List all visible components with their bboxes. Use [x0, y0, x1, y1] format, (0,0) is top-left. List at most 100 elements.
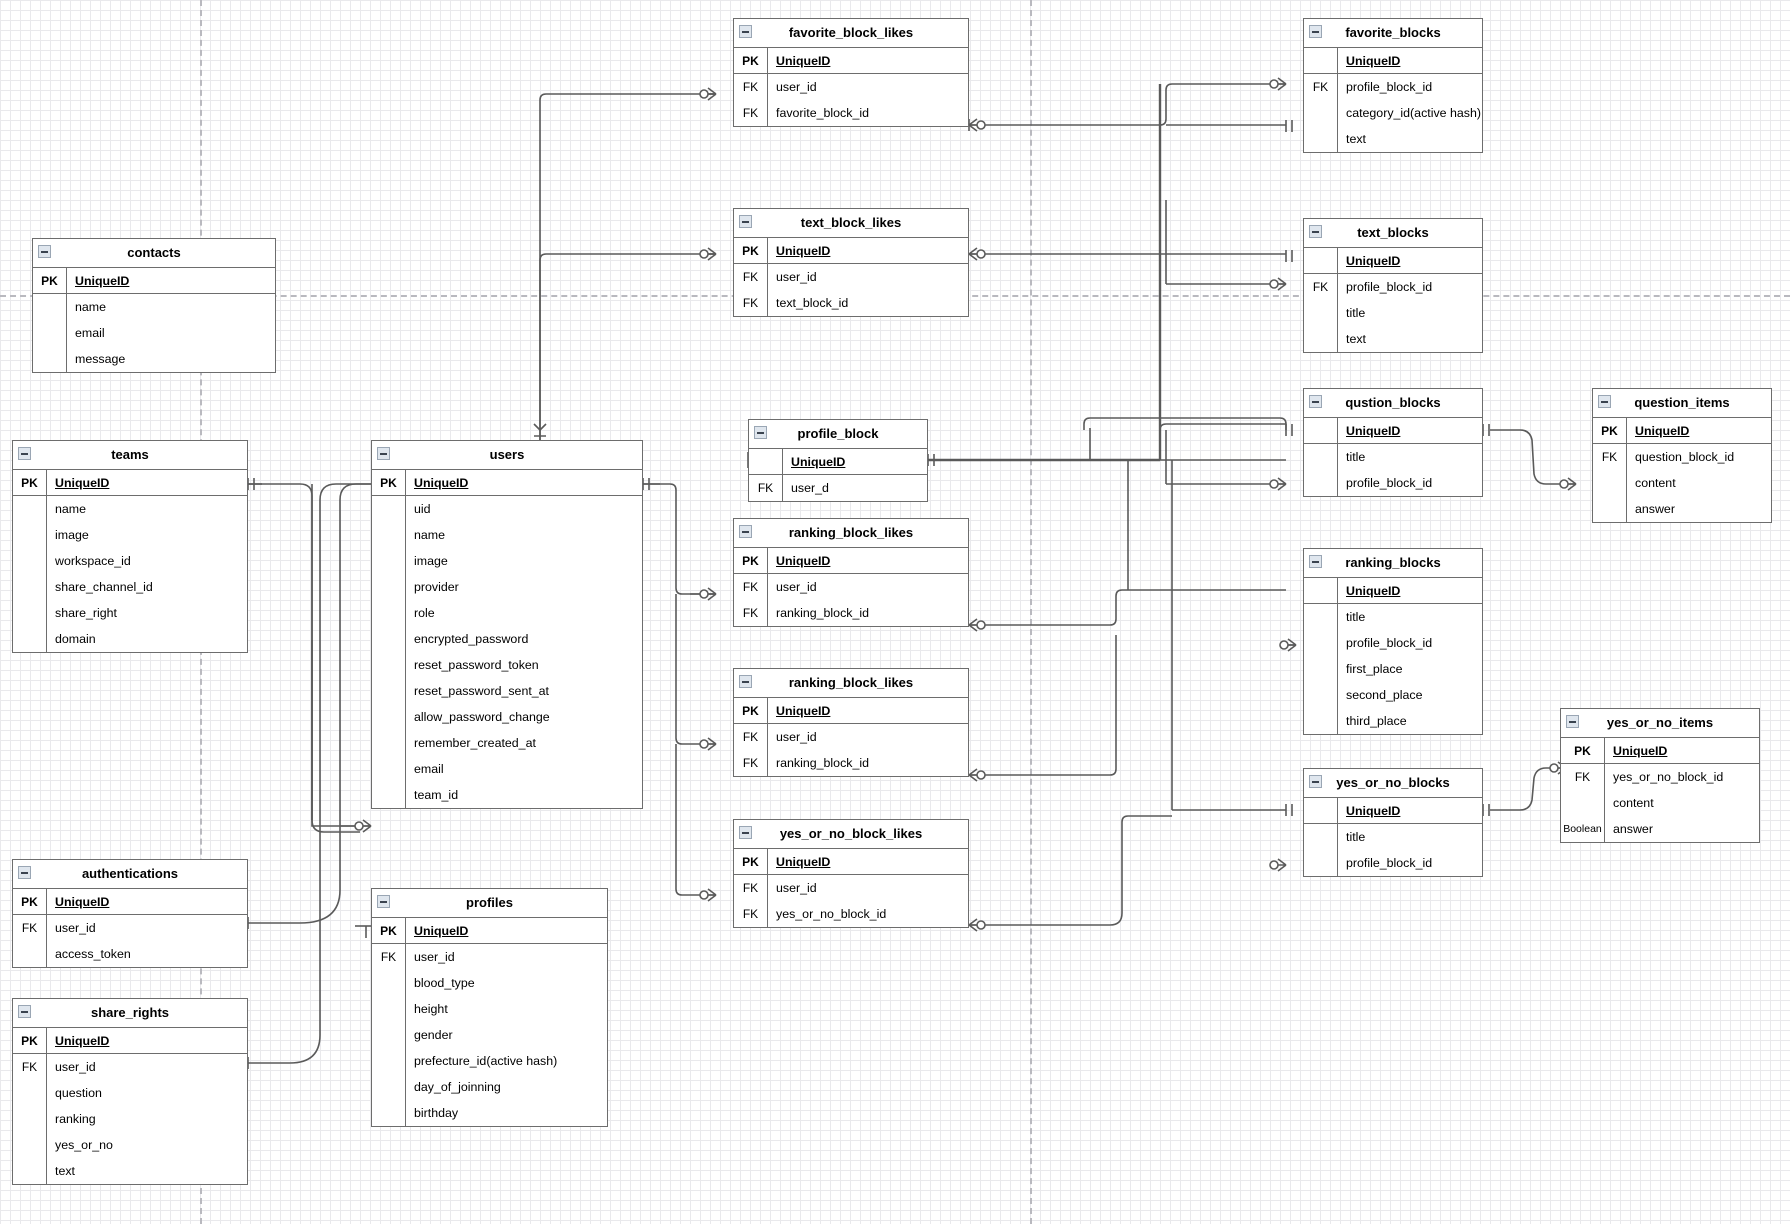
entity-field-row[interactable]: role	[372, 600, 642, 626]
entity-field-row[interactable]: PK UniqueID	[734, 548, 968, 574]
collapse-minus-icon[interactable]	[1598, 395, 1611, 408]
entity-field-row[interactable]: FK profile_block_id	[1304, 74, 1482, 100]
entity-table-header[interactable]: question_items	[1593, 389, 1771, 418]
entity-table-yes_or_no_block_likes[interactable]: yes_or_no_block_likes PK UniqueID FK user_id…	[733, 819, 969, 928]
entity-field-row[interactable]: FK yes_or_no_block_id	[1561, 764, 1759, 790]
entity-field-row[interactable]: image	[372, 548, 642, 574]
entity-field-row[interactable]: third_place	[1304, 708, 1482, 734]
collapse-minus-icon[interactable]	[38, 245, 51, 258]
entity-field-row[interactable]: PK UniqueID	[734, 698, 968, 724]
entity-field-row[interactable]: birthday	[372, 1100, 607, 1126]
entity-table-authentications[interactable]: authentications PK UniqueID FK user_id access…	[12, 859, 248, 968]
entity-field-row[interactable]: question	[13, 1080, 247, 1106]
entity-field-row[interactable]: PK UniqueID	[13, 470, 247, 496]
entity-field-row[interactable]: FK yes_or_no_block_id	[734, 901, 968, 927]
collapse-minus-icon[interactable]	[739, 215, 752, 228]
entity-field-row[interactable]: text	[1304, 126, 1482, 152]
entity-table-header[interactable]: profiles	[372, 889, 607, 918]
entity-field-row[interactable]: FK ranking_block_id	[734, 600, 968, 626]
entity-field-row[interactable]: UniqueID	[1304, 798, 1482, 824]
entity-field-row[interactable]: email	[33, 320, 275, 346]
entity-field-row[interactable]: FK user_id	[734, 724, 968, 750]
entity-field-row[interactable]: FK text_block_id	[734, 290, 968, 316]
entity-table-header[interactable]: text_block_likes	[734, 209, 968, 238]
entity-field-row[interactable]: FK user_id	[734, 74, 968, 100]
entity-field-row[interactable]: title	[1304, 300, 1482, 326]
entity-field-row[interactable]: FK question_block_id	[1593, 444, 1771, 470]
entity-field-row[interactable]: height	[372, 996, 607, 1022]
entity-table-header[interactable]: favorite_blocks	[1304, 19, 1482, 48]
entity-field-row[interactable]: PK UniqueID	[1593, 418, 1771, 444]
entity-table-header[interactable]: contacts	[33, 239, 275, 268]
collapse-minus-icon[interactable]	[377, 447, 390, 460]
entity-field-row[interactable]: yes_or_no	[13, 1132, 247, 1158]
entity-field-row[interactable]: UniqueID	[1304, 248, 1482, 274]
entity-field-row[interactable]: message	[33, 346, 275, 372]
entity-field-row[interactable]: category_id(active hash)	[1304, 100, 1482, 126]
entity-table-contacts[interactable]: contacts PK UniqueID name email message	[32, 238, 276, 373]
entity-field-row[interactable]: PK UniqueID	[33, 268, 275, 294]
entity-field-row[interactable]: domain	[13, 626, 247, 652]
entity-table-header[interactable]: qustion_blocks	[1304, 389, 1482, 418]
entity-field-row[interactable]: FK user_id	[734, 264, 968, 290]
entity-table-header[interactable]: yes_or_no_block_likes	[734, 820, 968, 849]
entity-field-row[interactable]: FK user_id	[13, 915, 247, 941]
entity-table-question_items[interactable]: question_items PK UniqueID FK question_block…	[1592, 388, 1772, 523]
collapse-minus-icon[interactable]	[377, 895, 390, 908]
entity-field-row[interactable]: second_place	[1304, 682, 1482, 708]
entity-field-row[interactable]: uid	[372, 496, 642, 522]
entity-table-header[interactable]: teams	[13, 441, 247, 470]
collapse-minus-icon[interactable]	[739, 525, 752, 538]
entity-table-favorite_block_likes[interactable]: favorite_block_likes PK UniqueID FK user_id F…	[733, 18, 969, 127]
entity-field-row[interactable]: profile_block_id	[1304, 630, 1482, 656]
entity-field-row[interactable]: PK UniqueID	[372, 918, 607, 944]
entity-field-row[interactable]: image	[13, 522, 247, 548]
entity-field-row[interactable]: title	[1304, 824, 1482, 850]
entity-table-header[interactable]: share_rights	[13, 999, 247, 1028]
entity-table-text_block_likes[interactable]: text_block_likes PK UniqueID FK user_id FK tex…	[733, 208, 969, 317]
entity-field-row[interactable]: FK user_id	[734, 875, 968, 901]
entity-field-row[interactable]: prefecture_id(active hash)	[372, 1048, 607, 1074]
entity-table-profile_block[interactable]: profile_block UniqueID FK user_d	[748, 419, 928, 502]
entity-table-teams[interactable]: teams PK UniqueID name image workspace_id shar…	[12, 440, 248, 653]
entity-field-row[interactable]: title	[1304, 604, 1482, 630]
entity-table-header[interactable]: favorite_block_likes	[734, 19, 968, 48]
entity-field-row[interactable]: remember_created_at	[372, 730, 642, 756]
entity-table-profiles[interactable]: profiles PK UniqueID FK user_id blood_type hei…	[371, 888, 608, 1127]
entity-field-row[interactable]: gender	[372, 1022, 607, 1048]
collapse-minus-icon[interactable]	[18, 866, 31, 879]
entity-table-header[interactable]: users	[372, 441, 642, 470]
entity-field-row[interactable]: reset_password_token	[372, 652, 642, 678]
entity-field-row[interactable]: FK user_id	[13, 1054, 247, 1080]
collapse-minus-icon[interactable]	[739, 675, 752, 688]
entity-field-row[interactable]: team_id	[372, 782, 642, 808]
entity-table-ranking_block_likes_2[interactable]: ranking_block_likes PK UniqueID FK user_id FK…	[733, 668, 969, 777]
entity-field-row[interactable]: allow_password_change	[372, 704, 642, 730]
collapse-minus-icon[interactable]	[1309, 775, 1322, 788]
entity-table-text_blocks[interactable]: text_blocks UniqueID FK profile_block_id tit…	[1303, 218, 1483, 353]
entity-field-row[interactable]: email	[372, 756, 642, 782]
collapse-minus-icon[interactable]	[1309, 555, 1322, 568]
entity-field-row[interactable]: PK UniqueID	[734, 849, 968, 875]
entity-table-users[interactable]: users PK UniqueID uid name image provider role e…	[371, 440, 643, 809]
entity-table-share_rights[interactable]: share_rights PK UniqueID FK user_id question r…	[12, 998, 248, 1185]
entity-field-row[interactable]: workspace_id	[13, 548, 247, 574]
entity-field-row[interactable]: name	[33, 294, 275, 320]
entity-field-row[interactable]: FK user_id	[372, 944, 607, 970]
entity-table-header[interactable]: authentications	[13, 860, 247, 889]
entity-field-row[interactable]: reset_password_sent_at	[372, 678, 642, 704]
entity-field-row[interactable]: access_token	[13, 941, 247, 967]
entity-field-row[interactable]: ranking	[13, 1106, 247, 1132]
entity-field-row[interactable]: UniqueID	[749, 449, 927, 475]
entity-table-header[interactable]: text_blocks	[1304, 219, 1482, 248]
entity-field-row[interactable]: profile_block_id	[1304, 850, 1482, 876]
entity-field-row[interactable]: PK UniqueID	[734, 238, 968, 264]
entity-field-row[interactable]: text	[13, 1158, 247, 1184]
er-diagram-canvas[interactable]: contacts PK UniqueID name email message teams P…	[0, 0, 1790, 1224]
collapse-minus-icon[interactable]	[1309, 395, 1322, 408]
entity-table-qustion_blocks[interactable]: qustion_blocks UniqueID title profile_block…	[1303, 388, 1483, 497]
entity-field-row[interactable]: name	[372, 522, 642, 548]
entity-table-favorite_blocks[interactable]: favorite_blocks UniqueID FK profile_block_i…	[1303, 18, 1483, 153]
entity-field-row[interactable]: share_right	[13, 600, 247, 626]
entity-table-header[interactable]: ranking_block_likes	[734, 519, 968, 548]
